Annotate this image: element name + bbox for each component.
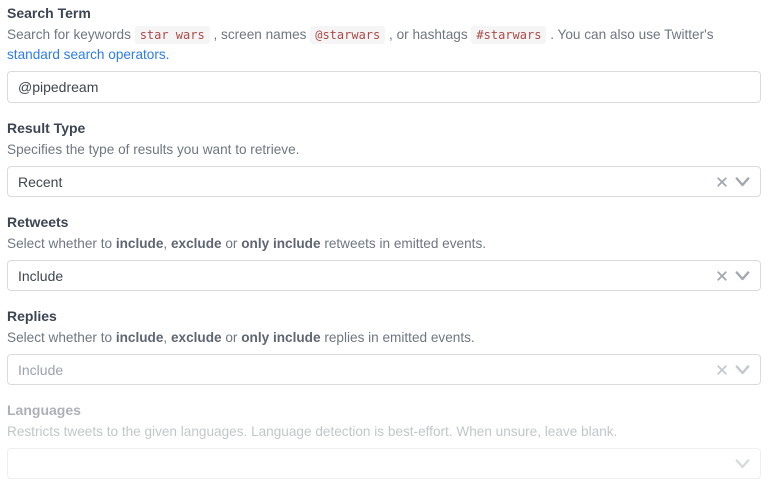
text-segment: Select whether to — [7, 236, 116, 251]
text-segment: , — [163, 330, 171, 345]
screen-name-example-code: @starwars — [310, 26, 385, 44]
config-form: Search Term Search for keywords star war… — [0, 0, 768, 479]
retweets-select[interactable]: Include — [7, 260, 761, 291]
include-bold: include — [116, 330, 164, 345]
retweets-selected-value: Include — [18, 268, 716, 284]
search-term-input[interactable] — [7, 71, 761, 103]
text-segment: . You can also use Twitter's — [546, 27, 713, 42]
text-segment: , — [163, 236, 171, 251]
result-type-description: Specifies the type of results you want t… — [7, 140, 761, 160]
only-include-bold: only include — [241, 236, 320, 251]
text-segment: retweets in emitted events. — [321, 236, 486, 251]
keyword-example-code: star wars — [135, 26, 210, 44]
field-result-type: Result Type Specifies the type of result… — [7, 120, 761, 197]
text-segment: Select whether to — [7, 330, 116, 345]
field-languages: Languages Restricts tweets to the given … — [7, 402, 761, 479]
replies-description: Select whether to include, exclude or on… — [7, 328, 761, 348]
search-term-label: Search Term — [7, 5, 761, 21]
text-segment: , or hashtags — [385, 27, 471, 42]
clear-icon[interactable] — [716, 270, 728, 282]
languages-select[interactable] — [7, 448, 761, 479]
languages-description: Restricts tweets to the given languages.… — [7, 422, 761, 442]
clear-icon[interactable] — [716, 364, 728, 376]
chevron-down-icon[interactable] — [735, 459, 750, 469]
retweets-description: Select whether to include, exclude or on… — [7, 234, 761, 254]
include-bold: include — [116, 236, 164, 251]
text-segment: replies in emitted events. — [321, 330, 475, 345]
clear-icon[interactable] — [716, 176, 728, 188]
field-replies: Replies Select whether to include, exclu… — [7, 308, 761, 385]
result-type-select[interactable]: Recent — [7, 166, 761, 197]
replies-select[interactable]: Include — [7, 354, 761, 385]
exclude-bold: exclude — [171, 330, 222, 345]
chevron-down-icon[interactable] — [735, 271, 750, 281]
field-retweets: Retweets Select whether to include, excl… — [7, 214, 761, 291]
replies-label: Replies — [7, 308, 761, 324]
field-search-term: Search Term Search for keywords star war… — [7, 5, 761, 103]
text-segment: , screen names — [210, 27, 311, 42]
chevron-down-icon[interactable] — [735, 365, 750, 375]
standard-search-operators-link[interactable]: standard search operators. — [7, 47, 169, 62]
hashtag-example-code: #starwars — [471, 26, 546, 44]
result-type-selected-value: Recent — [18, 174, 716, 190]
text-segment: or — [222, 236, 242, 251]
replies-selected-value: Include — [18, 362, 716, 378]
chevron-down-icon[interactable] — [735, 177, 750, 187]
text-segment: or — [222, 330, 242, 345]
exclude-bold: exclude — [171, 236, 222, 251]
search-term-description: Search for keywords star wars , screen n… — [7, 25, 761, 65]
result-type-label: Result Type — [7, 120, 761, 136]
retweets-label: Retweets — [7, 214, 761, 230]
text-segment: Search for keywords — [7, 27, 135, 42]
languages-label: Languages — [7, 402, 761, 418]
only-include-bold: only include — [241, 330, 320, 345]
